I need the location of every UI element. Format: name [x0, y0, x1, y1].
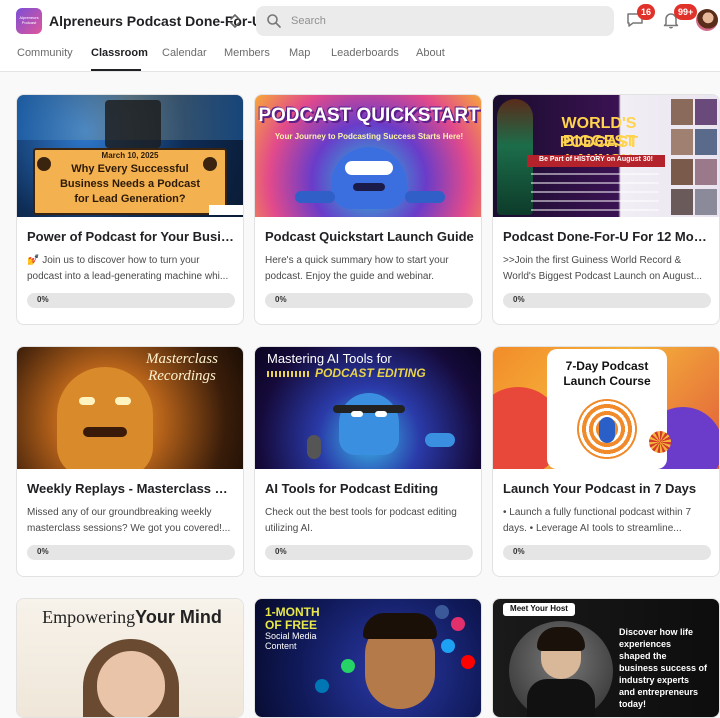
notifications-badge: 99+ — [674, 4, 698, 20]
course-thumbnail: WORLD'S BIGGEST PODCAST LAUNCH Be Part o… — [493, 95, 719, 217]
course-thumbnail: EmpoweringYour Mind — [17, 599, 243, 717]
course-progress: 0% — [265, 545, 473, 560]
chat-badge: 16 — [637, 4, 656, 20]
thumb-headline: today! — [619, 699, 646, 709]
thumb-headline: and entrepreneurs — [619, 687, 699, 697]
course-card[interactable]: PODCAST QUICKSTART Your Journey to Podca… — [254, 94, 482, 325]
course-description: 💅 Join us to discover how to turn your po… — [27, 255, 229, 282]
thumb-banner: Be Part of HISTORY on August 30! — [539, 156, 653, 163]
thumb-headline: 7-Day Podcast — [565, 359, 649, 373]
course-thumbnail: 7-Day Podcast Launch Course — [493, 347, 719, 469]
course-description: Missed any of our groundbreaking weekly m… — [27, 507, 231, 534]
tab-map[interactable]: Map — [289, 47, 310, 59]
thumb-headline: Empowering — [42, 607, 136, 627]
course-progress: 0% — [27, 545, 235, 560]
search-icon — [267, 14, 281, 28]
thumb-date: March 10, 2025 — [101, 151, 159, 160]
course-title: Launch Your Podcast in 7 Days — [503, 481, 697, 496]
thumb-headline: Business Needs a Podcast — [59, 178, 200, 190]
course-thumbnail: March 10, 2025 Why Every Successful Busi… — [17, 95, 243, 217]
course-card[interactable]: Meet Your Host Discover how life experie… — [492, 598, 720, 718]
course-card[interactable]: WORLD'S BIGGEST PODCAST LAUNCH Be Part o… — [492, 94, 720, 325]
tab-calendar[interactable]: Calendar — [162, 47, 207, 59]
search-input[interactable] — [291, 6, 591, 36]
course-card[interactable]: 7-Day Podcast Launch Course Launch Your … — [492, 346, 720, 577]
course-description: >>Join the first Guiness World Record & W… — [503, 255, 703, 282]
thumb-headline: OF FREE — [265, 618, 318, 632]
thumb-subheadline: Your Journey to Podcasting Success Start… — [274, 132, 464, 141]
course-card[interactable]: EmpoweringYour Mind — [16, 598, 244, 718]
top-bar: Alpreneurs Podcast Alpreneurs Podcast Do… — [0, 0, 720, 72]
thumb-headline: industry experts — [619, 675, 690, 685]
avatar[interactable] — [696, 9, 718, 31]
course-thumbnail: Masterclass Recordings — [17, 347, 243, 469]
thumb-headline: 1-MONTH — [265, 605, 320, 619]
thumb-headline: Mastering AI Tools for — [267, 351, 392, 366]
thumb-headline: Your Mind — [135, 607, 222, 627]
thumb-headline: Why Every Successful — [71, 163, 189, 175]
course-card[interactable]: Masterclass Recordings Weekly Replays - … — [16, 346, 244, 577]
thumb-headline: experiences — [619, 639, 672, 649]
thumb-headline: for Lead Generation? — [74, 193, 186, 205]
course-progress: 0% — [503, 293, 711, 308]
thumb-headline: PODCAST QUICKSTART — [258, 105, 480, 126]
thumb-headline: Masterclass — [146, 351, 218, 367]
thumb-headline: PODCAST EDITING — [315, 366, 426, 380]
course-progress: 0% — [265, 293, 473, 308]
course-description: • Launch a fully functional podcast with… — [503, 507, 692, 534]
thumb-tag: Meet Your Host — [510, 604, 568, 613]
tab-leaderboards[interactable]: Leaderboards — [331, 47, 399, 59]
course-thumbnail: PODCAST QUICKSTART Your Journey to Podca… — [255, 95, 481, 217]
tab-classroom[interactable]: Classroom — [91, 47, 148, 59]
course-thumbnail: 1-MONTH OF FREE Social Media Content — [255, 599, 481, 717]
course-thumbnail: Meet Your Host Discover how life experie… — [493, 599, 719, 717]
chevron-updown-icon[interactable] — [228, 12, 242, 30]
course-description: Check out the best tools for podcast edi… — [265, 507, 457, 534]
course-title: AI Tools for Podcast Editing — [265, 481, 439, 496]
thumb-headline: shaped the — [619, 651, 667, 661]
active-tab-indicator — [91, 69, 141, 71]
tab-about[interactable]: About — [416, 47, 445, 59]
course-title: Weekly Replays - Masterclass & S... — [27, 481, 237, 496]
course-title: Podcast Quickstart Launch Guide — [265, 229, 474, 244]
course-card[interactable]: 1-MONTH OF FREE Social Media Content — [254, 598, 482, 718]
course-thumbnail: Mastering AI Tools for PODCAST EDITING — [255, 347, 481, 469]
course-progress: 0% — [503, 545, 711, 560]
course-card[interactable]: Mastering AI Tools for PODCAST EDITING A… — [254, 346, 482, 577]
course-description: Here's a quick summary how to start your… — [265, 255, 449, 282]
course-progress: 0% — [27, 293, 235, 308]
course-title: Podcast Done-For-U For 12 Months — [503, 229, 713, 244]
course-title: Power of Podcast for Your Busine... — [27, 229, 237, 244]
search-bar[interactable] — [256, 6, 614, 36]
group-logo[interactable]: Alpreneurs Podcast — [16, 8, 42, 34]
tab-community[interactable]: Community — [17, 47, 73, 59]
course-card[interactable]: March 10, 2025 Why Every Successful Busi… — [16, 94, 244, 325]
thumb-headline: Recordings — [148, 368, 216, 384]
thumb-headline: Content — [265, 641, 297, 651]
tab-members[interactable]: Members — [224, 47, 270, 59]
thumb-headline: Discover how life — [619, 627, 694, 637]
thumb-headline: Social Media — [265, 631, 317, 641]
thumb-headline: Launch Course — [563, 374, 651, 388]
thumb-headline: business success of — [619, 663, 708, 673]
